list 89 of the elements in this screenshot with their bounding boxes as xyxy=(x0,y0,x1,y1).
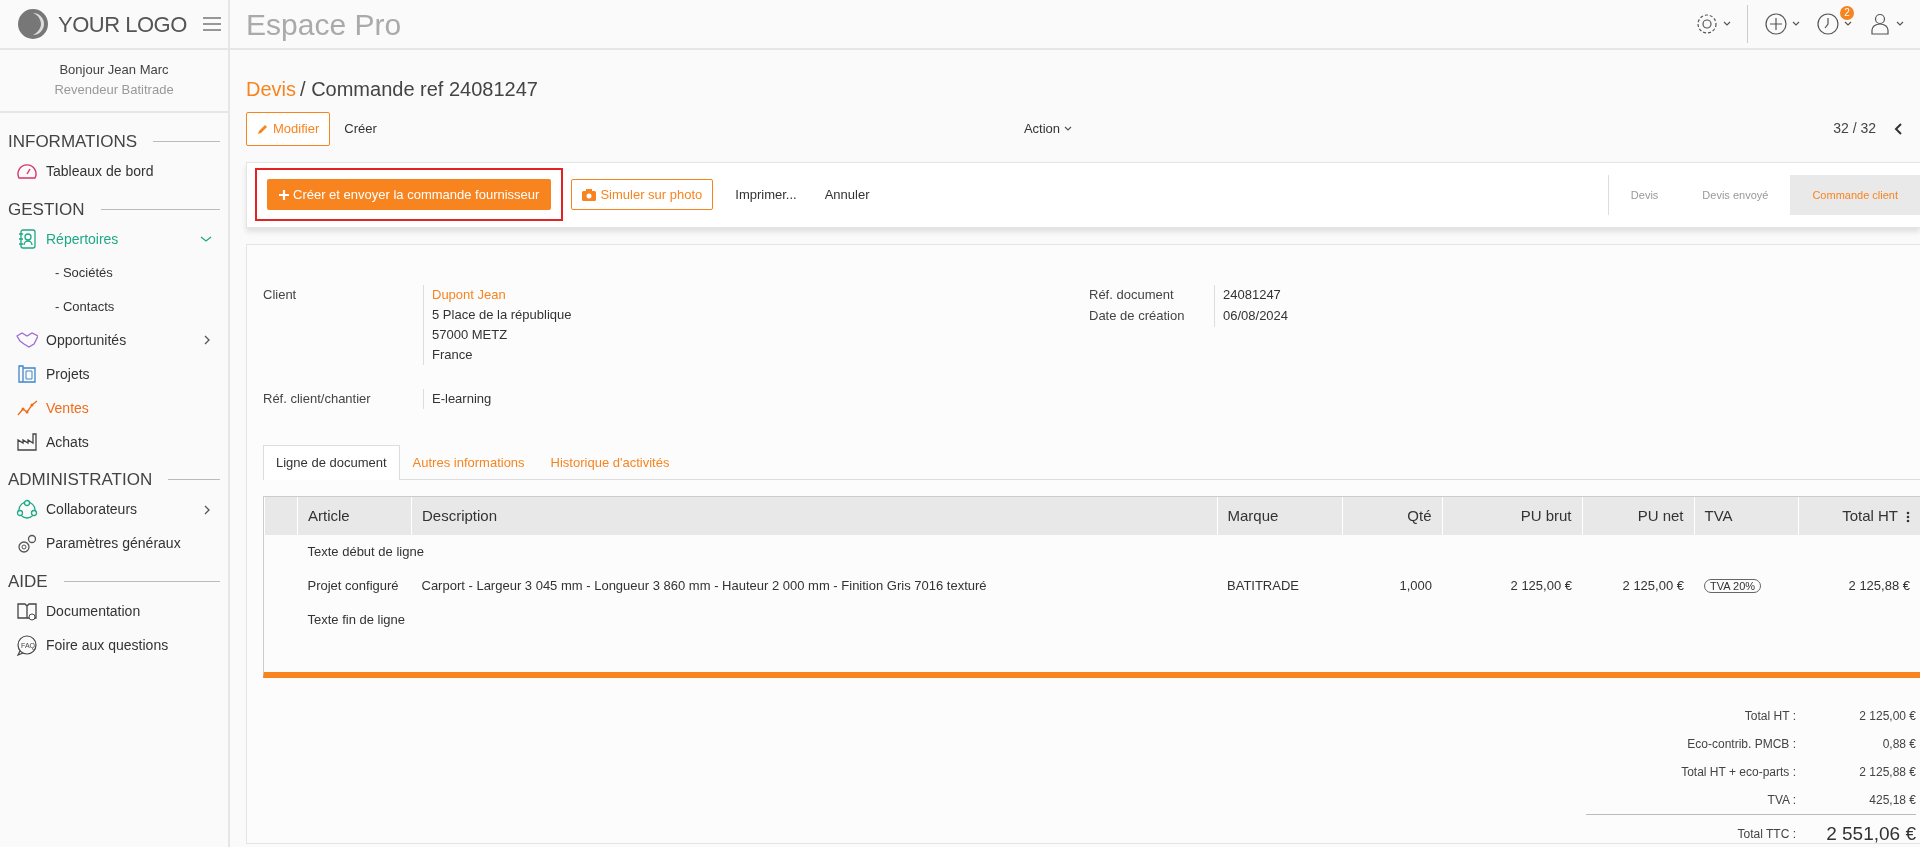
more-icon[interactable] xyxy=(1906,510,1910,523)
factory-icon xyxy=(16,431,38,453)
column-header: PU brut xyxy=(1442,497,1582,535)
blueprint-icon xyxy=(16,363,38,385)
nav-item[interactable]: Paramètres généraux xyxy=(0,526,228,561)
page-title: / Commande ref 24081247 xyxy=(300,77,538,102)
add-icon[interactable] xyxy=(1764,12,1788,36)
team-icon xyxy=(16,498,38,521)
status-step: Commande client xyxy=(1790,174,1920,215)
action-menu[interactable]: Action xyxy=(1017,118,1079,140)
tab[interactable]: Ligne de document xyxy=(263,444,400,480)
chevron-down-icon xyxy=(200,234,212,244)
pager-count: 32 / 32 xyxy=(1833,119,1876,139)
toolbar-link[interactable]: Imprimer... xyxy=(729,183,803,206)
column-header: Article xyxy=(297,497,412,535)
previous-icon[interactable] xyxy=(1894,122,1904,135)
total-value: 425,18 € xyxy=(1806,786,1916,815)
nav-item[interactable]: Achats xyxy=(0,425,228,459)
user-icon[interactable] xyxy=(1868,12,1892,36)
user-role: Revendeur Batitrade xyxy=(53,80,175,99)
table-cell-text: BATITRADE xyxy=(1226,577,1300,596)
address-line: 5 Place de la république xyxy=(432,305,572,324)
field-value: E-learning xyxy=(432,389,492,408)
logo: YOUR LOGO xyxy=(16,7,187,41)
status-step: Devis xyxy=(1608,174,1681,215)
plus-icon xyxy=(279,189,289,200)
user-greeting: Bonjour Jean Marc xyxy=(58,61,170,79)
table-cell-text: 1,000 xyxy=(1398,577,1433,596)
caret-icon[interactable] xyxy=(1792,21,1800,27)
field-label: Réf. document xyxy=(1089,285,1175,304)
total-label: Total TTC : xyxy=(1586,814,1806,847)
contact-book-icon xyxy=(16,228,38,250)
column-header: Description xyxy=(411,497,1217,535)
section-title: ADMINISTRATION xyxy=(8,469,153,491)
nav-subitem[interactable]: - Contacts xyxy=(0,289,228,323)
toolbar-link[interactable]: Annuler xyxy=(818,183,876,206)
field-value: 06/08/2024 xyxy=(1223,306,1289,325)
nav-subitem[interactable]: - Sociétés xyxy=(0,256,228,290)
create-link[interactable]: Créer xyxy=(338,118,383,140)
total-value: 2 125,00 € xyxy=(1858,708,1916,725)
app-title: Espace Pro xyxy=(246,6,403,43)
table-cell-text: 2 125,00 € xyxy=(1621,577,1685,596)
column-header: Total HT xyxy=(1798,497,1920,535)
column-header: Marque xyxy=(1217,497,1342,535)
nav-item[interactable]: Documentation xyxy=(0,594,228,628)
column-header: TVA xyxy=(1694,497,1798,535)
pencil-icon xyxy=(257,122,269,135)
nav-item[interactable]: Collaborateurs xyxy=(0,492,228,527)
camera-icon xyxy=(582,188,597,201)
total-label: Eco-contrib. PMCB : xyxy=(1686,736,1797,753)
field-value: 24081247 xyxy=(1223,285,1281,304)
table-cell: Texte début de ligne xyxy=(297,535,1920,569)
caret-icon[interactable] xyxy=(1896,21,1904,27)
address-line: France xyxy=(432,345,474,364)
nav-item[interactable]: Projets xyxy=(0,357,228,391)
nav-item[interactable]: Tableaux de bord xyxy=(0,154,228,189)
nav-item[interactable]: Opportunités xyxy=(0,323,228,357)
table-cell-text: 2 125,00 € xyxy=(1509,577,1573,596)
field-label: Date de création xyxy=(1089,306,1186,325)
column-header: Qté xyxy=(1342,497,1442,535)
menu-icon[interactable] xyxy=(202,17,221,31)
table-cell-text: 2 125,88 € xyxy=(1847,577,1911,596)
total-label: TVA : xyxy=(1586,786,1806,815)
caret-icon[interactable] xyxy=(1844,21,1852,27)
book-icon xyxy=(16,600,38,622)
total-label: Total HT + eco-parts : xyxy=(1680,764,1797,781)
grand-total-value: 2 551,06 € xyxy=(1806,814,1916,847)
settings-icon[interactable] xyxy=(1695,12,1719,36)
section-title: GESTION xyxy=(8,198,85,221)
column-header: PU net xyxy=(1582,497,1694,535)
table-cell-text: Texte fin de ligne xyxy=(306,611,407,630)
notification-badge: 2 xyxy=(1840,6,1854,20)
total-label: Total HT : xyxy=(1743,708,1797,725)
address-line: 57000 METZ xyxy=(432,325,509,344)
table-cell-text: Projet configuré xyxy=(306,577,400,596)
logo-icon xyxy=(16,7,50,41)
caret-icon[interactable] xyxy=(1723,21,1731,27)
status-step: Devis envoyé xyxy=(1680,174,1791,215)
field-label: Réf. client/chantier xyxy=(263,389,372,408)
section-title: AIDE xyxy=(8,570,48,593)
caret-icon xyxy=(1064,125,1073,132)
table-cell-text: Carport - Largeur 3 045 mm - Longueur 3 860 mm - Hauteur 2 000 mm - Finition Gris 7016 texturé xyxy=(420,577,988,596)
chevron-right-icon xyxy=(202,334,212,346)
chevron-right-icon xyxy=(202,503,212,516)
total-value: 0,88 € xyxy=(1881,736,1916,753)
field-label: Client xyxy=(263,285,298,304)
section-title: INFORMATIONS xyxy=(8,131,138,153)
total-value: 2 125,88 € xyxy=(1858,764,1916,781)
clock-icon[interactable] xyxy=(1816,12,1840,36)
